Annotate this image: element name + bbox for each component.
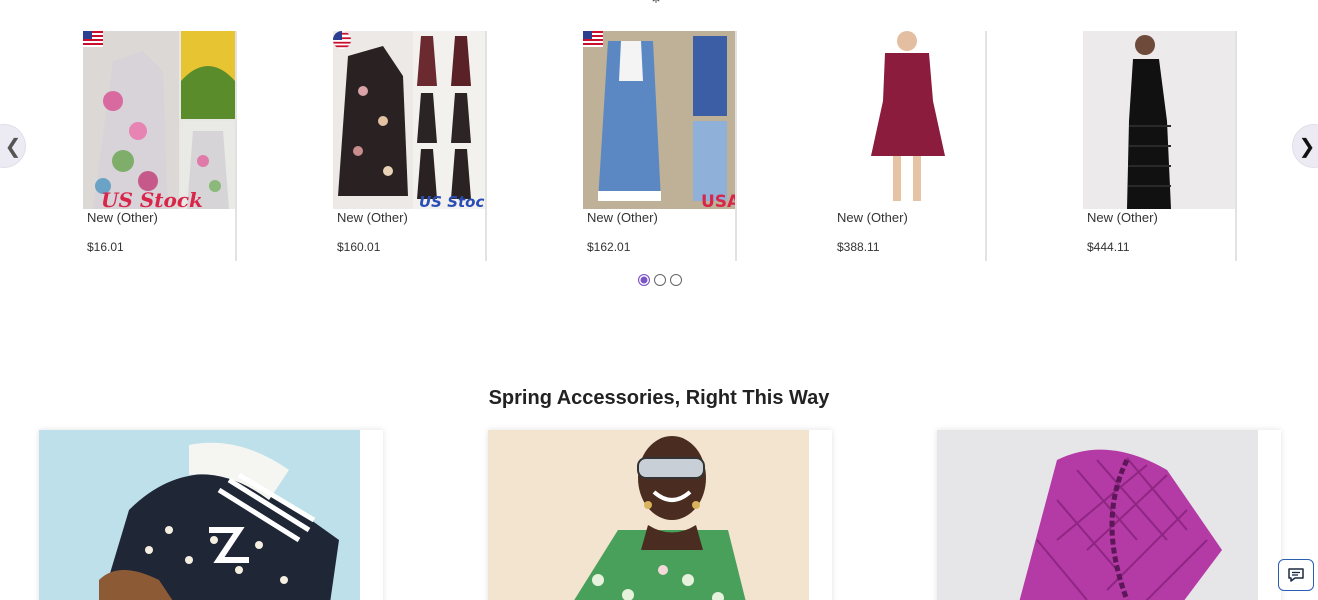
product-card[interactable]: US Stock New (Other) $16.01 <box>83 31 237 261</box>
us-stock-badge: US Stock <box>101 188 203 209</box>
product-image[interactable] <box>833 31 985 209</box>
product-card[interactable]: New (Other) $388.11 <box>833 31 987 261</box>
accessory-tile-sneaker[interactable] <box>39 430 383 600</box>
carousel-pagination <box>638 274 682 286</box>
accessory-tile-bag[interactable] <box>937 430 1281 600</box>
product-card[interactable]: New (Other) $444.11 <box>1083 31 1237 261</box>
product-image[interactable]: US Stock <box>83 31 235 209</box>
us-stock-badge: US Stock <box>419 193 485 209</box>
chat-button[interactable] <box>1278 559 1314 591</box>
carousel-prev-button[interactable]: ❮ <box>0 124 26 168</box>
carousel-dot-2[interactable] <box>654 274 666 286</box>
product-condition: New (Other) <box>587 210 658 225</box>
product-price: $16.01 <box>87 240 124 254</box>
carousel-next-button[interactable]: ❯ <box>1292 124 1318 168</box>
chat-bubble-icon <box>1288 568 1304 582</box>
product-card[interactable]: US Stock New (Other) $160.01 <box>333 31 487 261</box>
carousel-dot-1[interactable] <box>638 274 650 286</box>
product-condition: New (Other) <box>337 210 408 225</box>
product-image[interactable]: US Stock <box>333 31 485 209</box>
product-condition: New (Other) <box>87 210 158 225</box>
product-card[interactable]: USA New (Other) $162.01 <box>583 31 737 261</box>
product-price: $162.01 <box>587 240 631 254</box>
us-flag-icon <box>83 31 103 47</box>
product-price: $388.11 <box>837 240 880 254</box>
floral-top-image[interactable] <box>488 430 809 600</box>
bag-image[interactable] <box>937 430 1258 600</box>
carousel-dot-3[interactable] <box>670 274 682 286</box>
sneaker-image[interactable] <box>39 430 360 600</box>
section-title: Spring Accessories, Right This Way <box>488 387 830 409</box>
product-image[interactable]: USA <box>583 31 735 209</box>
usa-badge: USA <box>701 192 735 209</box>
product-image[interactable] <box>1083 31 1235 209</box>
product-price: $444.11 <box>1087 240 1130 254</box>
product-price: $160.01 <box>337 240 381 254</box>
product-condition: New (Other) <box>1087 210 1158 225</box>
product-carousel: ❮ US Stock New (Other) $16.01 US Stoc Ne… <box>0 0 1318 300</box>
product-condition: New (Other) <box>837 210 908 225</box>
us-flag-icon <box>333 31 351 49</box>
accessory-tile-floral-top[interactable] <box>488 430 832 600</box>
us-flag-icon <box>583 31 603 47</box>
